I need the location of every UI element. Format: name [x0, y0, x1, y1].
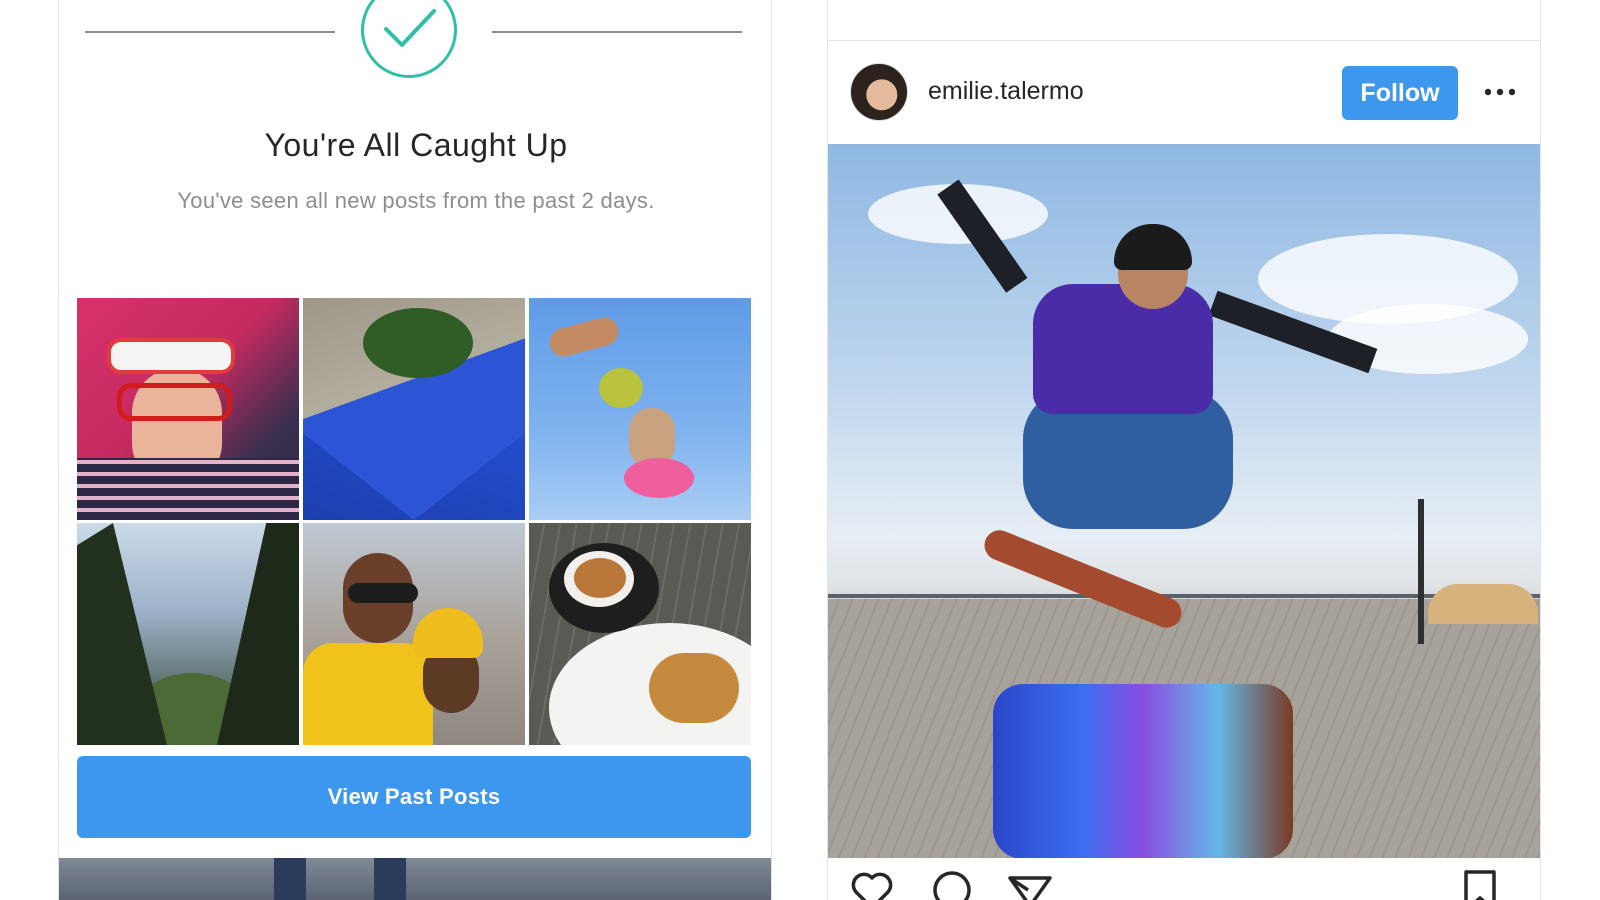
heart-icon[interactable]	[848, 866, 896, 900]
more-options-icon[interactable]	[1482, 84, 1518, 100]
divider-left	[85, 31, 335, 33]
checkmark-icon	[361, 0, 457, 78]
thumbnail-portrait-sunglasses[interactable]	[77, 298, 299, 520]
thumbnail-coffee-and-burger[interactable]	[529, 523, 751, 745]
follow-button[interactable]: Follow	[1342, 66, 1458, 120]
next-post-preview	[59, 858, 771, 900]
feed-post-panel: emilie.talermo Follow	[827, 0, 1541, 900]
thumbnail-friends-selfie[interactable]	[303, 523, 525, 745]
avatar[interactable]	[850, 63, 908, 121]
thumbnail-grid	[77, 298, 751, 745]
thumbnail-wall-with-tree[interactable]	[303, 298, 525, 520]
post-image-skateboarder[interactable]	[828, 144, 1540, 858]
caught-up-title: You're All Caught Up	[264, 127, 568, 163]
comment-icon[interactable]	[928, 866, 976, 900]
caught-up-subtitle: You've seen all new posts from the past …	[177, 188, 655, 213]
divider-right	[492, 31, 742, 33]
share-icon[interactable]	[1006, 866, 1054, 900]
caught-up-panel: You're All Caught Up You've seen all new…	[58, 0, 772, 900]
thumbnail-grapes-and-dog[interactable]	[529, 298, 751, 520]
post-username[interactable]: emilie.talermo	[928, 77, 1084, 106]
header-divider	[828, 40, 1540, 41]
thumbnail-forest-trees[interactable]	[77, 523, 299, 745]
post-actions-bar	[828, 860, 1540, 900]
bookmark-icon[interactable]	[1456, 866, 1504, 900]
view-past-posts-button[interactable]: View Past Posts	[77, 756, 751, 838]
